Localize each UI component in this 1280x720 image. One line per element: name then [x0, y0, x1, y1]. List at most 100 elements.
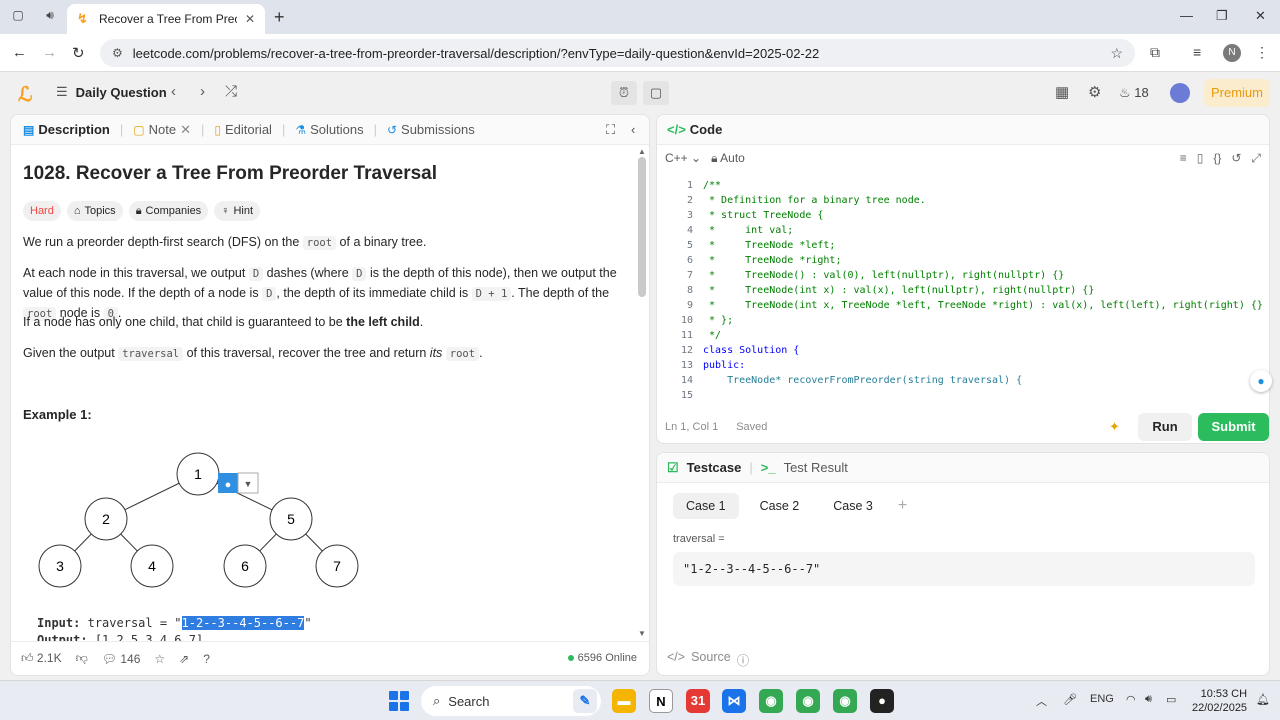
topics-label: Topics [84, 205, 116, 217]
tab-actions-icon[interactable]: ▢ [8, 8, 28, 26]
file-explorer-icon[interactable]: ▬ [612, 689, 636, 713]
submit-button[interactable]: Submit [1198, 413, 1269, 441]
maximize-icon[interactable]: ❐ [1216, 8, 1228, 24]
case-tab[interactable]: Case 1 [673, 493, 739, 519]
site-info-icon[interactable]: ⚙ [112, 46, 123, 60]
auto-mode-toggle[interactable]: 🔒︎ Auto [711, 151, 745, 166]
media-icon[interactable]: ≡ [1193, 44, 1201, 60]
calendar-icon[interactable]: 31 [686, 689, 710, 713]
notion-icon[interactable]: N [649, 689, 673, 713]
companies-tag[interactable]: 🔒︎ Companies [128, 201, 209, 221]
widgets-icon[interactable]: ✎ [573, 689, 597, 713]
favorite-star-icon[interactable]: ☆ [154, 652, 165, 666]
help-icon[interactable]: ? [203, 652, 210, 666]
tab-editorial[interactable]: ▯ Editorial [210, 122, 276, 137]
topics-tag[interactable]: ⌂ Topics [66, 201, 123, 221]
language-select[interactable]: C++ ⌄ [665, 151, 701, 165]
idea-icon[interactable]: ✦ [1109, 419, 1120, 435]
fullscreen-icon[interactable]: ⛶ [606, 122, 615, 138]
tab-description[interactable]: ▤ Description [19, 122, 114, 137]
volume-icon[interactable]: 🔊︎ [1145, 693, 1152, 706]
layout-icon[interactable]: ▦ [1055, 83, 1069, 101]
scroll-up-icon[interactable]: ▲ [638, 147, 646, 156]
profile-avatar[interactable]: N [1223, 44, 1241, 62]
companies-label: Companies [145, 205, 202, 217]
language-indicator[interactable]: ENG [1090, 693, 1114, 705]
browser-tab[interactable]: ↯ Recover a Tree From Preorder T ✕ [67, 4, 265, 34]
bookmark-icon[interactable]: ▯ [1197, 151, 1204, 166]
tab-submissions[interactable]: ↺ Submissions [383, 122, 479, 137]
expand-icon[interactable]: ⤢ [1251, 151, 1261, 166]
dislike-icon[interactable]: 👎︎ [76, 651, 88, 666]
floating-drop-icon[interactable]: ● [1250, 370, 1272, 392]
user-avatar[interactable] [1170, 83, 1190, 103]
shuffle-icon[interactable]: ⤮ [225, 83, 237, 100]
streak-count: 18 [1134, 85, 1149, 100]
solutions-icon: ⚗ [295, 122, 307, 137]
premium-button[interactable]: Premium [1204, 79, 1270, 107]
description-paragraph-4: Given the output traversal of this trave… [23, 344, 628, 364]
menu-icon[interactable]: ⋮ [1255, 44, 1269, 61]
audio-icon[interactable]: 🔊︎ [40, 8, 60, 26]
leetcode-logo-icon[interactable]: ℒ [18, 82, 32, 107]
chrome-icon[interactable]: ◉ [759, 689, 783, 713]
collapse-panel-icon[interactable]: ‹ [631, 122, 635, 137]
new-tab-button[interactable]: + [274, 7, 285, 28]
help-icon[interactable]: ⓘ [737, 650, 750, 669]
battery-icon[interactable]: ▭ [1166, 693, 1176, 706]
streak-counter[interactable]: ♨ 18 [1119, 85, 1149, 101]
tab-title: Recover a Tree From Preorder T [99, 12, 237, 26]
run-button[interactable]: Run [1138, 413, 1192, 441]
back-icon[interactable]: ← [12, 44, 27, 61]
description-icon: ▤ [23, 122, 35, 137]
hint-tag[interactable]: ♀ Hint [214, 201, 260, 221]
tray-expand-icon[interactable]: ︿ [1036, 693, 1047, 709]
comments-button[interactable]: 💬︎ 146 [102, 652, 141, 666]
next-problem-icon[interactable]: › [200, 83, 205, 100]
close-window-icon[interactable]: ✕ [1255, 8, 1266, 24]
braces-icon[interactable]: {} [1213, 151, 1221, 166]
reload-icon[interactable]: ↻ [72, 44, 85, 62]
description-paragraph-3: If a node has only one child, that child… [23, 313, 628, 332]
daily-question-link[interactable]: ☰ Daily Question [56, 84, 167, 100]
online-count: 6596 Online [577, 652, 637, 664]
description-scrollbar[interactable] [638, 157, 646, 297]
case-tab[interactable]: Case 2 [747, 493, 813, 519]
chrome-profile-icon[interactable]: ◉ [796, 689, 820, 713]
vscode-icon[interactable]: ⋈ [722, 689, 746, 713]
notifications-icon[interactable]: 🔔︎ [1256, 693, 1270, 706]
chrome-active-icon[interactable]: ◉ [833, 689, 857, 713]
close-note-icon[interactable]: ✕ [180, 122, 191, 138]
format-icon[interactable]: ≡ [1180, 151, 1187, 166]
close-tab-icon[interactable]: ✕ [245, 12, 255, 26]
source-link[interactable]: </> Source ⓘ [667, 650, 749, 669]
taskbar-clock[interactable]: 10:53 CH 22/02/2025 [1192, 687, 1247, 715]
microphone-icon[interactable]: 🎤︎ [1063, 693, 1077, 706]
notes-icon[interactable]: ▢ [643, 81, 669, 105]
add-case-icon[interactable]: + [898, 497, 907, 515]
timer-icon[interactable]: ⏰︎ [611, 81, 637, 105]
case-tab[interactable]: Case 3 [820, 493, 886, 519]
forward-icon[interactable]: → [42, 44, 57, 61]
tree-node-label: 4 [148, 558, 156, 574]
share-icon[interactable]: ⇗ [179, 652, 189, 666]
windows-start-icon[interactable] [389, 691, 409, 711]
scroll-down-icon[interactable]: ▼ [638, 629, 646, 638]
obs-icon[interactable]: ● [870, 689, 894, 713]
minimize-icon[interactable]: — [1180, 8, 1193, 23]
like-button[interactable]: 👍︎ 2.1K [21, 651, 62, 666]
traversal-input[interactable]: "1-2--3--4-5--6--7" [673, 552, 1255, 586]
tab-note[interactable]: ▢ Note ✕ [129, 122, 195, 138]
bookmark-star-icon[interactable]: ☆ [1110, 45, 1123, 62]
code-editor[interactable]: 1/** 2 * Definition for a binary tree no… [657, 175, 1269, 405]
url-field[interactable]: ⚙ leetcode.com/problems/recover-a-tree-f… [100, 39, 1135, 67]
tab-testcase[interactable]: Testcase [687, 460, 742, 475]
tab-solutions[interactable]: ⚗ Solutions [291, 122, 367, 137]
tab-test-result[interactable]: Test Result [784, 460, 848, 475]
description-paragraph-1: We run a preorder depth-first search (DF… [23, 233, 628, 253]
prev-problem-icon[interactable]: ‹ [171, 83, 176, 100]
extensions-icon[interactable]: ⧉ [1150, 44, 1160, 61]
reset-icon[interactable]: ↺ [1231, 151, 1241, 166]
settings-gear-icon[interactable]: ⚙ [1088, 83, 1101, 101]
wifi-icon[interactable]: ◠ [1126, 693, 1136, 706]
